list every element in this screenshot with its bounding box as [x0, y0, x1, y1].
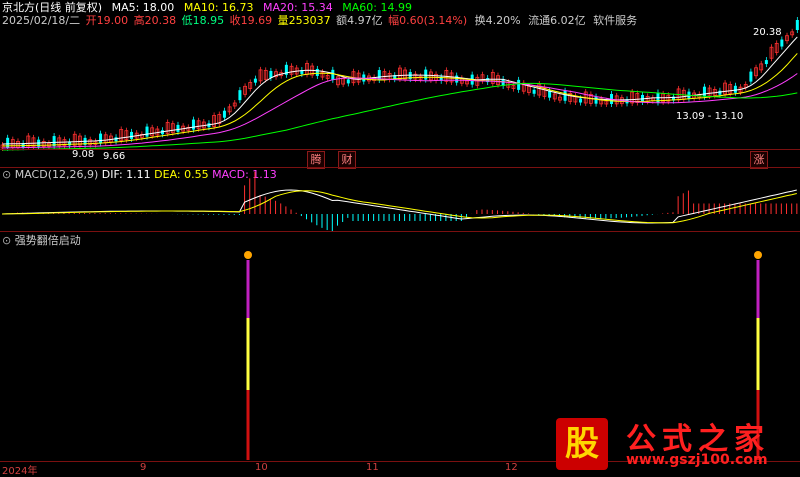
- candle: [749, 71, 753, 82]
- candle: [764, 60, 768, 65]
- collapse-icon[interactable]: ⊙: [2, 168, 11, 181]
- candle: [253, 78, 257, 83]
- candle: [455, 75, 459, 83]
- candle: [331, 69, 335, 80]
- macd-dea: DEA: 0.55: [154, 168, 209, 181]
- ma5-line: [2, 36, 798, 145]
- dif-line: [1, 189, 797, 224]
- x-axis-label: 9: [140, 462, 147, 473]
- candle: [130, 131, 134, 139]
- signal-flame-icon: [754, 251, 762, 259]
- macd-dif: DIF: 1.11: [101, 168, 151, 181]
- candle: [563, 90, 567, 101]
- candle: [532, 89, 536, 94]
- x-axis-label: 10: [255, 462, 268, 473]
- candle: [424, 69, 428, 80]
- candle: [795, 20, 799, 30]
- x-axis-label: 12: [505, 462, 518, 473]
- x-axis-label: 11: [366, 462, 379, 473]
- watermark-logo: 股 公式之家 www.gszj100.com: [556, 414, 796, 472]
- candle: [176, 124, 180, 132]
- signal-bar: [246, 318, 250, 390]
- signal-bar: [756, 318, 760, 390]
- signal-bar: [756, 260, 760, 318]
- collapse-icon[interactable]: ⊙: [2, 234, 11, 247]
- candle: [346, 79, 350, 84]
- signal-flame-icon: [244, 251, 252, 259]
- macd-macd: MACD: 1.13: [212, 168, 277, 181]
- candle: [517, 79, 521, 90]
- price-low-label-2: 9.66: [103, 151, 126, 162]
- candle: [315, 68, 319, 76]
- candle: [238, 90, 242, 101]
- candle: [733, 85, 737, 93]
- watermark-url: www.gszj100.com: [626, 452, 768, 468]
- candle: [718, 90, 722, 95]
- divider: [0, 149, 800, 150]
- indicator-legend: ⊙ 强势翻倍启动: [2, 232, 81, 248]
- x-axis-label: 2024年: [2, 466, 38, 477]
- candle: [191, 119, 195, 130]
- price-chart[interactable]: [0, 0, 800, 165]
- price-range-label: 13.09 - 13.10: [676, 111, 744, 122]
- divider: [0, 231, 800, 232]
- candle: [579, 98, 583, 103]
- price-high-label: 20.38: [753, 27, 782, 38]
- macd-name: MACD(12,26,9): [14, 168, 99, 181]
- macd-legend: ⊙ MACD(12,26,9) DIF: 1.11 DEA: 0.55 MACD…: [2, 168, 277, 181]
- dea-line: [1, 190, 797, 224]
- price-low-label: 9.08: [72, 149, 95, 160]
- signal-bar: [246, 260, 250, 318]
- indicator-name: 强势翻倍启动: [14, 234, 81, 247]
- candle: [99, 133, 103, 144]
- candle: [780, 39, 784, 47]
- candle: [594, 96, 598, 104]
- watermark-gu: 股: [556, 418, 608, 470]
- candle: [145, 126, 149, 137]
- candle: [702, 86, 706, 97]
- candle: [222, 110, 226, 118]
- signal-bar: [246, 390, 250, 460]
